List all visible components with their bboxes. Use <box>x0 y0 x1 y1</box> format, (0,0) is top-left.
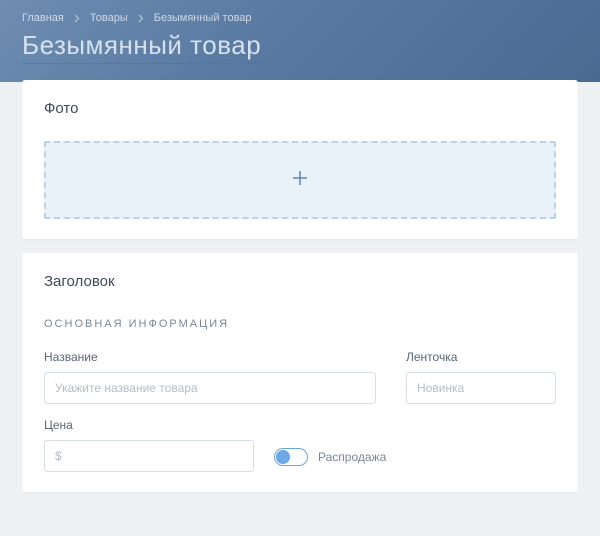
photo-card: Фото <box>22 80 578 239</box>
name-label: Название <box>44 350 376 364</box>
info-heading: Заголовок <box>44 273 556 290</box>
chevron-right-icon <box>74 14 80 23</box>
breadcrumb-current: Безымянный товар <box>154 12 252 24</box>
price-field-group: Цена <box>44 418 254 472</box>
info-card: Заголовок ОСНОВНАЯ ИНФОРМАЦИЯ Название Л… <box>22 253 578 492</box>
page-title: Безымянный товар <box>22 30 261 64</box>
breadcrumb-home[interactable]: Главная <box>22 12 64 24</box>
photo-dropzone[interactable] <box>44 141 556 219</box>
breadcrumb-products[interactable]: Товары <box>90 12 128 24</box>
ribbon-label: Ленточка <box>406 350 556 364</box>
name-input[interactable] <box>44 372 376 404</box>
ribbon-input[interactable] <box>406 372 556 404</box>
chevron-right-icon <box>138 14 144 23</box>
ribbon-field-group: Ленточка <box>406 350 556 404</box>
plus-icon <box>291 169 309 192</box>
price-input[interactable] <box>44 440 254 472</box>
section-label: ОСНОВНАЯ ИНФОРМАЦИЯ <box>44 318 556 330</box>
sale-toggle-group: Распродажа <box>274 448 386 472</box>
toggle-knob-icon <box>276 450 290 464</box>
page-header: Главная Товары Безымянный товар Безымянн… <box>0 0 600 82</box>
sale-toggle-label: Распродажа <box>318 450 386 464</box>
price-label: Цена <box>44 418 254 432</box>
photo-heading: Фото <box>44 100 556 117</box>
name-field-group: Название <box>44 350 376 404</box>
sale-toggle[interactable] <box>274 448 308 466</box>
breadcrumb: Главная Товары Безымянный товар <box>22 12 578 24</box>
